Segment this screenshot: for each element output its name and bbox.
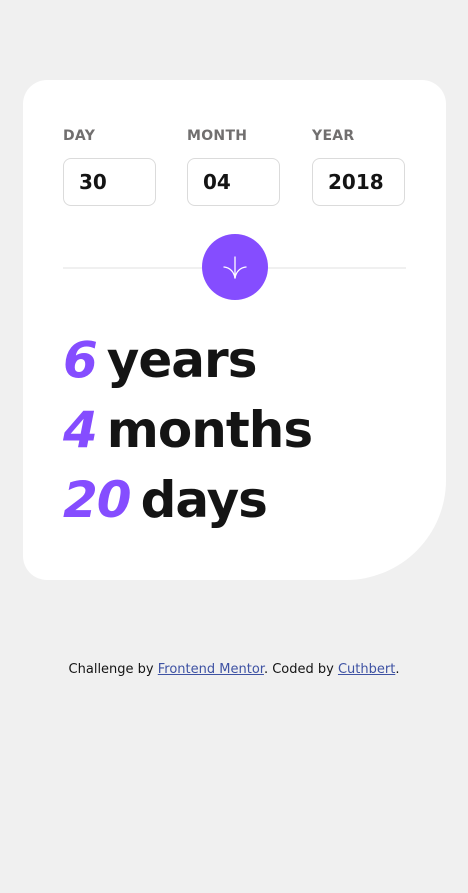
years-result: 6 years — [63, 325, 258, 395]
days-number: 20 — [63, 471, 132, 529]
years-unit: years — [106, 331, 258, 389]
days-unit: days — [140, 471, 268, 529]
attribution-suffix: . — [395, 662, 400, 677]
months-unit: months — [106, 401, 313, 459]
months-result: 4 months — [63, 395, 313, 465]
years-number: 6 — [63, 331, 98, 389]
age-calculator-card: DAY MONTH YEAR 6years 4months 20days — [23, 80, 446, 580]
month-field: MONTH — [187, 128, 280, 206]
day-label: DAY — [63, 128, 96, 144]
attribution-prefix: Challenge by — [68, 662, 158, 677]
month-label: MONTH — [187, 128, 248, 144]
day-input[interactable] — [63, 158, 156, 206]
year-field: YEAR — [312, 128, 405, 206]
submit-button[interactable] — [202, 234, 268, 300]
days-result: 20 days — [63, 465, 268, 535]
day-field: DAY — [63, 128, 156, 206]
frontend-mentor-link[interactable]: Frontend Mentor — [158, 662, 264, 677]
month-input[interactable] — [187, 158, 280, 206]
year-input[interactable] — [312, 158, 405, 206]
attribution: Challenge by Frontend Mentor. Coded by C… — [0, 660, 468, 680]
author-link[interactable]: Cuthbert — [338, 662, 395, 677]
arrow-down-icon — [223, 256, 247, 279]
months-number: 4 — [63, 401, 98, 459]
year-label: YEAR — [312, 128, 355, 144]
attribution-middle: . Coded by — [263, 662, 338, 677]
